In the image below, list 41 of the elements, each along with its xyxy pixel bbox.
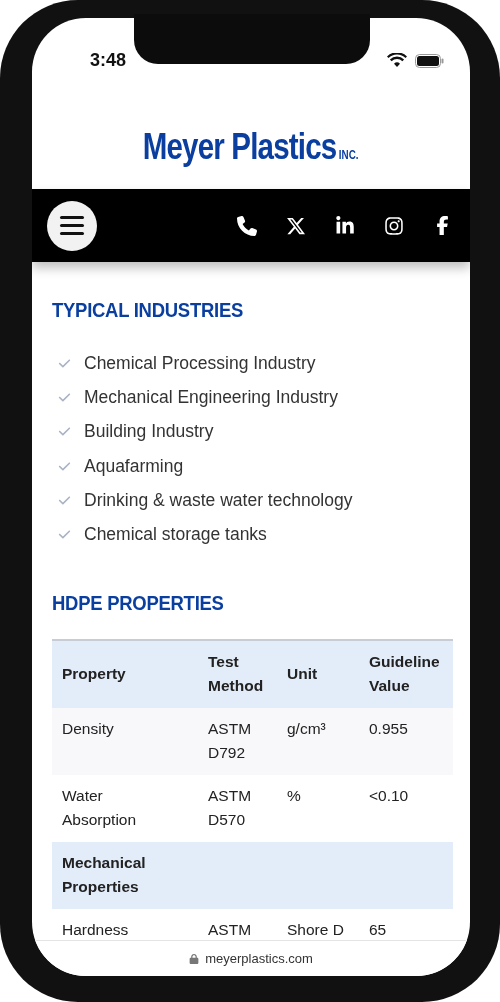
check-icon <box>58 390 71 404</box>
instagram-icon[interactable] <box>384 215 404 236</box>
check-icon <box>58 356 71 370</box>
check-icon <box>58 493 71 507</box>
battery-icon <box>415 53 444 68</box>
url-text[interactable]: meyerplastics.com <box>205 951 313 966</box>
status-time: 3:48 <box>90 50 127 71</box>
table-cell-text: Hardness <box>61 919 130 940</box>
menu-button[interactable] <box>47 200 97 251</box>
table-cell-text: 65 <box>368 919 388 940</box>
table-cell-text: ASTM D570 <box>207 785 253 830</box>
table-cell-text: <0.10 <box>368 785 410 806</box>
table-cell-text: ASTM <box>207 919 253 940</box>
column-header: Test Method <box>207 652 265 697</box>
table-cell-text: Density <box>61 718 115 739</box>
industry-item: Building Industry <box>84 421 214 443</box>
section-heading: HDPE PROPERTIES <box>52 590 224 615</box>
section-heading: TYPICAL INDUSTRIES <box>52 298 244 322</box>
lock-icon <box>189 953 200 964</box>
industry-item: Mechanical Engineering Industry <box>84 386 338 408</box>
phone-icon[interactable] <box>237 215 257 236</box>
industry-item: Chemical Processing Industry <box>84 352 316 374</box>
wifi-icon <box>387 53 407 68</box>
industry-item: Drinking & waste water technology <box>84 489 353 511</box>
table-cell-text: 0.955 <box>368 718 409 739</box>
column-header: Guideline Value <box>368 652 441 697</box>
logo-suffix: INC. <box>339 147 359 162</box>
table-cell-text: g/cm³ <box>286 718 327 739</box>
table-cell-text: ASTM D792 <box>207 718 253 763</box>
column-header: Property <box>61 664 127 685</box>
logo-name: Meyer Plastics <box>143 125 337 168</box>
table-cell-text: % <box>286 785 302 806</box>
x-icon[interactable] <box>286 215 306 236</box>
check-icon <box>58 459 71 473</box>
column-header: Unit <box>286 664 319 685</box>
industry-item: Aquafarming <box>84 455 184 477</box>
table-cell-text: Water Absorption <box>61 785 138 830</box>
industry-item: Chemical storage tanks <box>84 524 267 546</box>
table-cell-text: Shore D <box>286 919 345 940</box>
linkedin-icon[interactable] <box>335 215 355 236</box>
section-row-text: Mechanical Properties <box>61 853 147 898</box>
